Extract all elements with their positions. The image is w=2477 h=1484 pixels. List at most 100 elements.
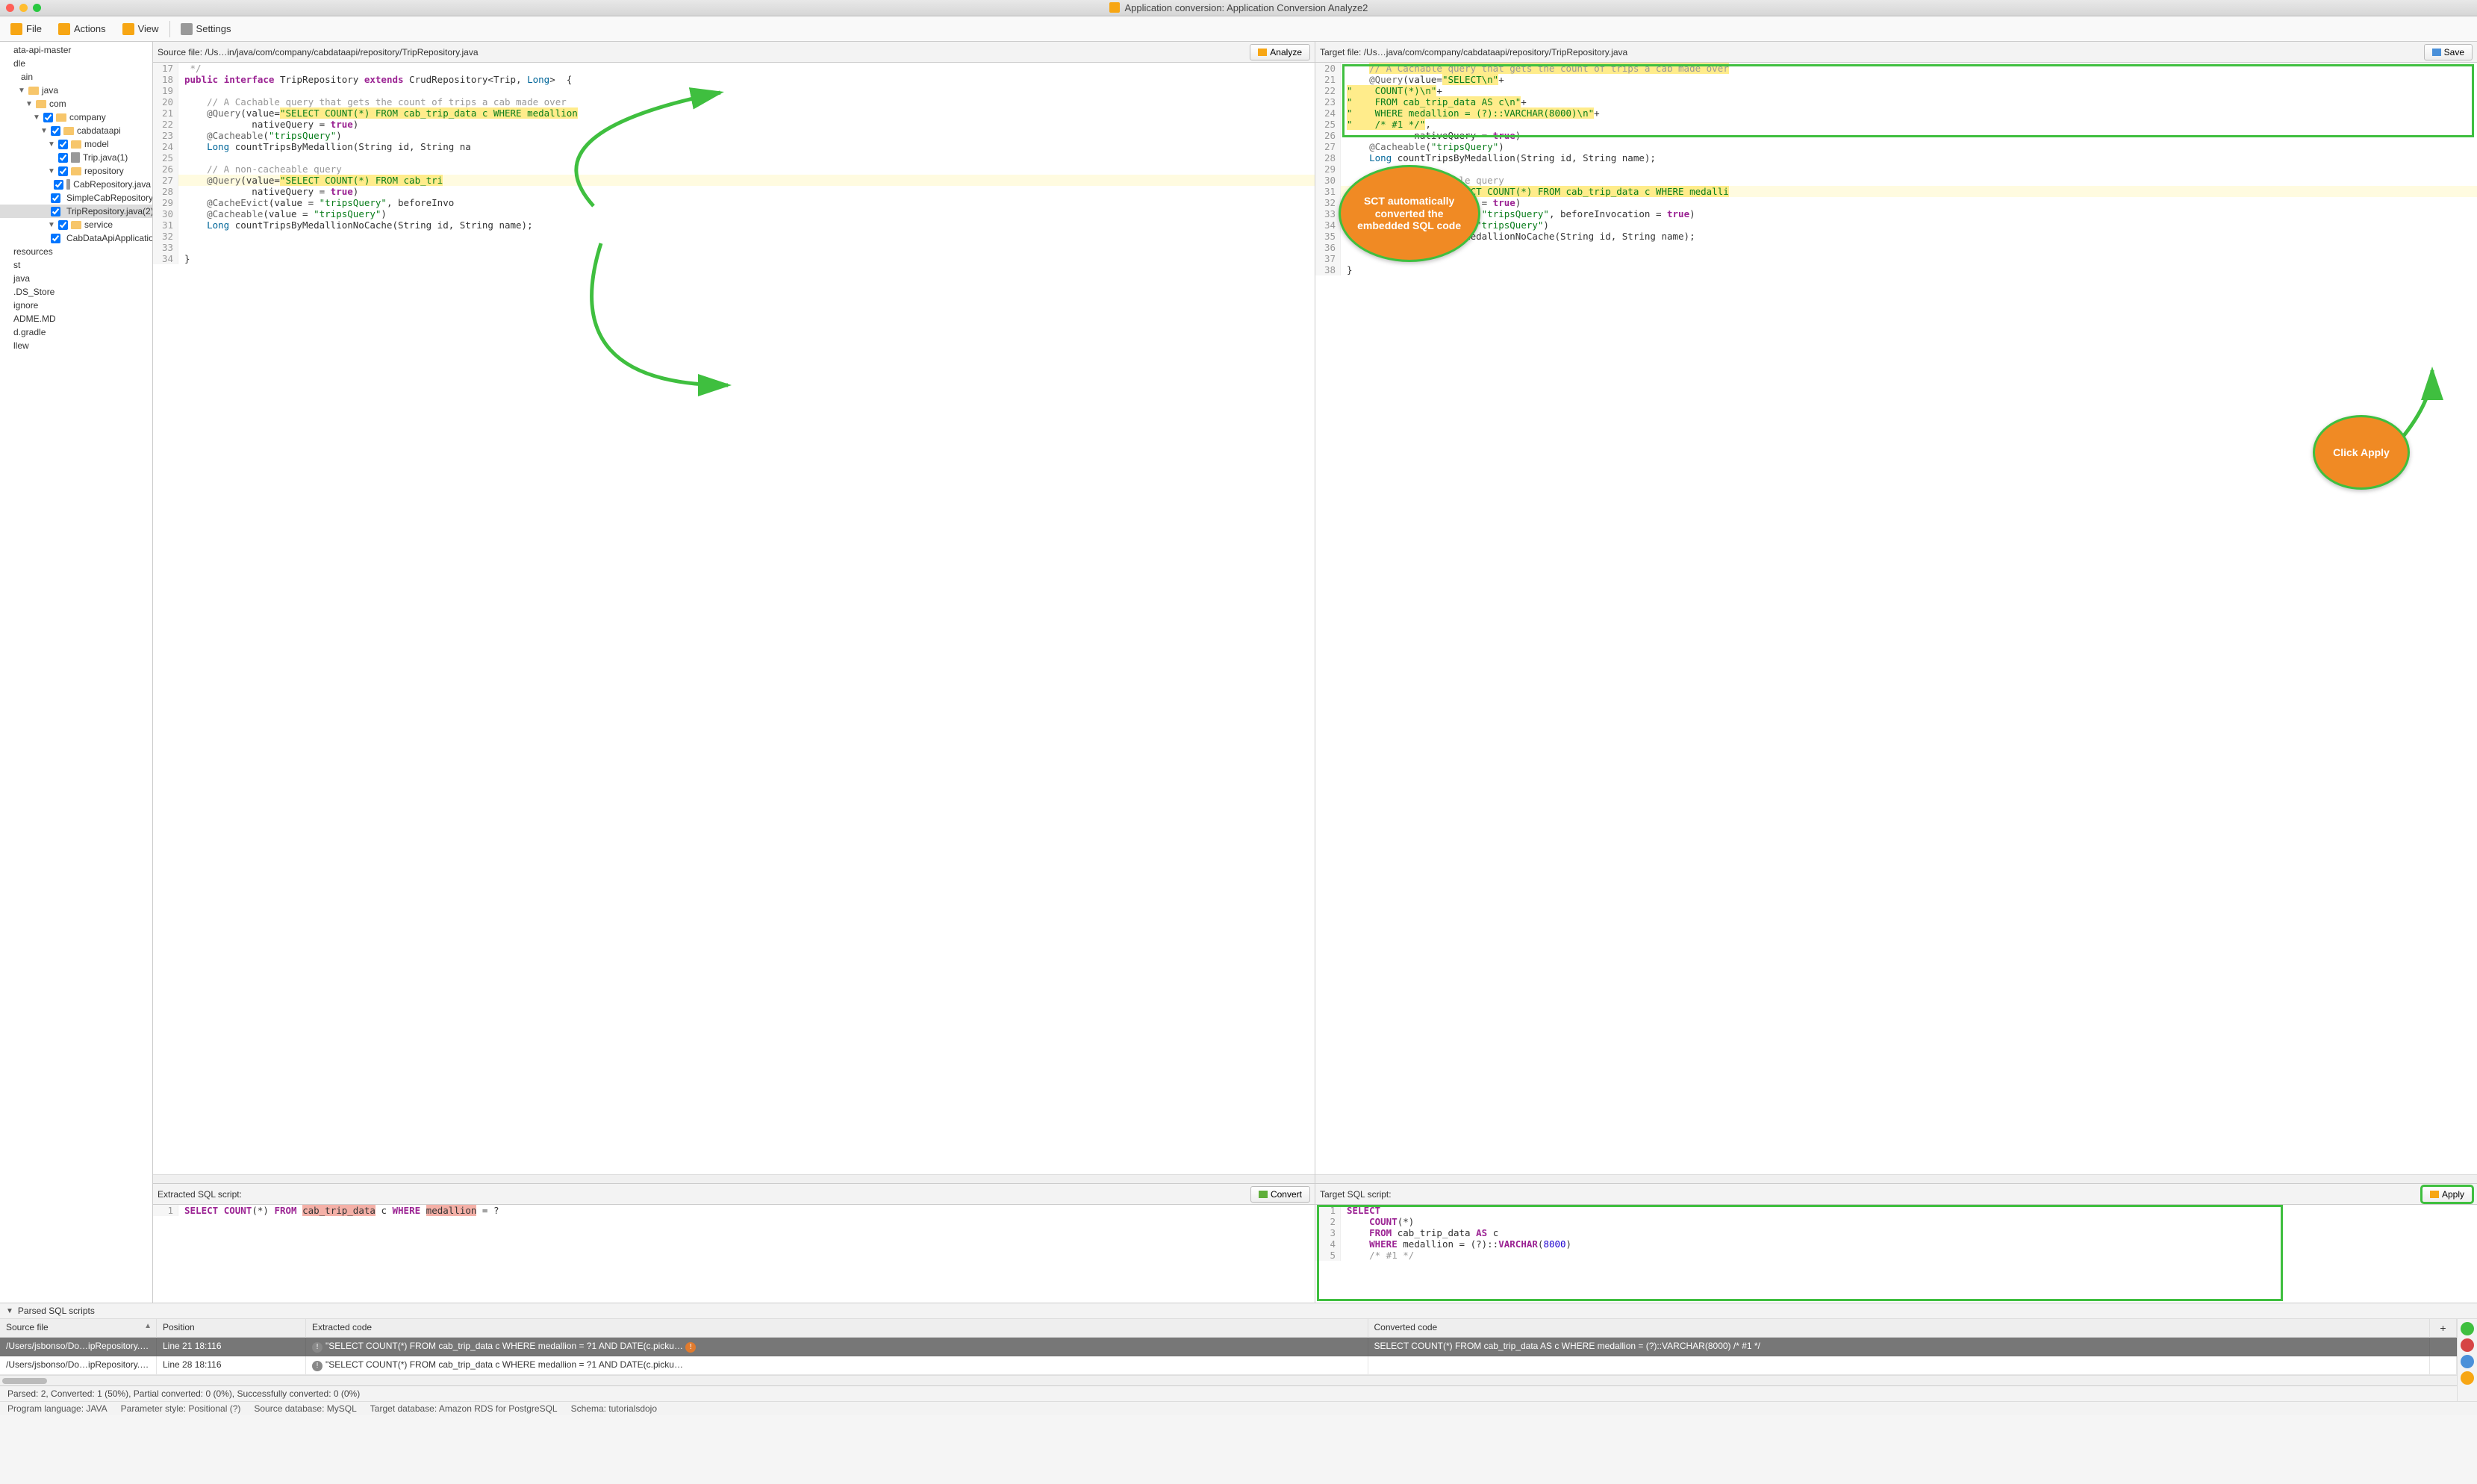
- tree-item[interactable]: d.gradle: [0, 325, 152, 339]
- tree-item[interactable]: TripRepository.java(2): [0, 205, 152, 218]
- parsed-table[interactable]: Source file▲PositionExtracted codeConver…: [0, 1319, 2457, 1375]
- cell-extracted[interactable]: !"SELECT COUNT(*) FROM cab_trip_data c W…: [306, 1338, 1368, 1356]
- tree-label: ata-api-master: [13, 45, 71, 55]
- tree-item[interactable]: CabRepository.java: [0, 178, 152, 191]
- conversion-summary: Parsed: 2, Converted: 1 (50%), Partial c…: [0, 1386, 2457, 1401]
- col-converted[interactable]: Converted code: [1368, 1319, 2431, 1338]
- source-pane: Source file: /Us…in/java/com/company/cab…: [153, 42, 1315, 1183]
- tree-item[interactable]: st: [0, 258, 152, 272]
- parsed-header[interactable]: ▼ Parsed SQL scripts: [0, 1303, 2477, 1319]
- target-code-editor[interactable]: 20 // A Cachable query that gets the cou…: [1315, 63, 2477, 1174]
- h-scrollbar[interactable]: [153, 1174, 1315, 1183]
- tree-item[interactable]: ▼model: [0, 137, 152, 151]
- tree-checkbox[interactable]: [51, 126, 60, 136]
- tree-item[interactable]: ignore: [0, 299, 152, 312]
- tree-label: llew: [13, 340, 29, 351]
- calendar-icon[interactable]: [2461, 1355, 2474, 1368]
- tree-checkbox[interactable]: [54, 180, 63, 190]
- tree-label: CabRepository.java: [73, 179, 151, 190]
- tree-item[interactable]: ▼company: [0, 110, 152, 124]
- tree-label: TripRepository.java(2): [66, 206, 153, 216]
- tree-item[interactable]: java: [0, 272, 152, 285]
- tree-checkbox[interactable]: [51, 234, 60, 243]
- tree-item[interactable]: dle: [0, 57, 152, 70]
- col-add[interactable]: +: [2430, 1319, 2457, 1338]
- tree-item[interactable]: resources: [0, 245, 152, 258]
- convert-button[interactable]: Convert: [1250, 1186, 1310, 1203]
- cell-converted[interactable]: [1368, 1356, 2431, 1375]
- tree-item[interactable]: SimpleCabRepository.java: [0, 191, 152, 205]
- project-tree[interactable]: ata-api-master dle ain ▼java▼com▼company▼ca…: [0, 42, 153, 1303]
- cell-converted[interactable]: SELECT COUNT(*) FROM cab_trip_data AS c …: [1368, 1338, 2431, 1356]
- tree-item[interactable]: ADME.MD: [0, 312, 152, 325]
- source-code-editor[interactable]: 17 */18public interface TripRepository e…: [153, 63, 1315, 1174]
- apply-button[interactable]: Apply: [2422, 1186, 2473, 1203]
- callout-apply: Click Apply: [2313, 415, 2410, 490]
- status-ok-icon[interactable]: [2461, 1322, 2474, 1335]
- help-icon[interactable]: [2461, 1371, 2474, 1385]
- col-source-file[interactable]: Source file▲: [0, 1319, 157, 1338]
- save-button[interactable]: Save: [2424, 44, 2473, 60]
- menu-actions[interactable]: Actions: [52, 20, 112, 38]
- folder-icon: [71, 140, 81, 149]
- h-scrollbar[interactable]: [0, 1375, 2457, 1385]
- tree-item[interactable]: .DS_Store: [0, 285, 152, 299]
- tree-checkbox[interactable]: [43, 113, 53, 122]
- zoom-icon[interactable]: [33, 4, 41, 12]
- cell-file[interactable]: /Users/jsbonso/Do…ipRepository.java: [0, 1338, 157, 1356]
- h-scrollbar[interactable]: [1315, 1174, 2477, 1183]
- cell-pos[interactable]: Line 21 18:116: [157, 1338, 306, 1356]
- target-sql-pane: Target SQL script: Apply 1SELECT2 COUNT(…: [1315, 1184, 2477, 1303]
- folder-icon: [28, 87, 39, 95]
- arrow-right-icon: [1259, 1191, 1268, 1198]
- analyze-button[interactable]: Analyze: [1250, 44, 1310, 60]
- tree-checkbox[interactable]: [51, 207, 60, 216]
- app-icon: [1109, 2, 1120, 13]
- cell-extracted[interactable]: !"SELECT COUNT(*) FROM cab_trip_data c W…: [306, 1356, 1368, 1375]
- main-area: ata-api-master dle ain ▼java▼com▼company▼ca…: [0, 42, 2477, 1303]
- tree-checkbox[interactable]: [58, 166, 68, 176]
- cell-pos[interactable]: Line 28 18:116: [157, 1356, 306, 1375]
- col-position[interactable]: Position: [157, 1319, 306, 1338]
- tree-label: dle: [13, 58, 25, 69]
- tree-item[interactable]: ain: [0, 70, 152, 84]
- tree-item[interactable]: CabDataApiApplication.java: [0, 231, 152, 245]
- tree-checkbox[interactable]: [58, 220, 68, 230]
- cell-file[interactable]: /Users/jsbonso/Do…ipRepository.java: [0, 1356, 157, 1375]
- folder-icon: [36, 100, 46, 108]
- close-icon[interactable]: [6, 4, 14, 12]
- toolbar-separator: [169, 21, 170, 37]
- tree-item[interactable]: llew: [0, 339, 152, 352]
- tree-item[interactable]: ▼java: [0, 84, 152, 97]
- file-icon: [66, 179, 70, 190]
- editor-area: SCT automatically converted the embedded…: [153, 42, 2477, 1303]
- tree-label: ain: [21, 72, 33, 82]
- extracted-sql-editor[interactable]: 1SELECT COUNT(*) FROM cab_trip_data c WH…: [153, 1205, 1315, 1303]
- tree-label: cabdataapi: [77, 125, 121, 136]
- tree-label: d.gradle: [13, 327, 46, 337]
- traffic-lights: [6, 4, 41, 12]
- menu-view[interactable]: View: [116, 20, 165, 38]
- tree-item[interactable]: ▼cabdataapi: [0, 124, 152, 137]
- tree-checkbox[interactable]: [58, 153, 68, 163]
- tree-label: SimpleCabRepository.java: [66, 193, 153, 203]
- menu-file[interactable]: File: [4, 20, 48, 38]
- cell-spacer: [2430, 1338, 2457, 1356]
- source-file-path: Source file: /Us…in/java/com/company/cab…: [158, 47, 1245, 57]
- status-bar: Program language: JAVA Parameter style: …: [0, 1401, 2477, 1415]
- tree-item[interactable]: Trip.java(1): [0, 151, 152, 164]
- status-error-icon[interactable]: [2461, 1338, 2474, 1352]
- tree-checkbox[interactable]: [51, 193, 60, 203]
- tree-item[interactable]: ▼com: [0, 97, 152, 110]
- minimize-icon[interactable]: [19, 4, 28, 12]
- chevron-down-icon: ▼: [6, 1307, 13, 1315]
- tree-label: ignore: [13, 300, 38, 311]
- col-extracted[interactable]: Extracted code: [306, 1319, 1368, 1338]
- target-sql-editor[interactable]: 1SELECT2 COUNT(*)3 FROM cab_trip_data AS…: [1315, 1205, 2477, 1303]
- menu-settings[interactable]: Settings: [175, 20, 237, 38]
- tree-item[interactable]: ▼repository: [0, 164, 152, 178]
- tree-item[interactable]: ▼service: [0, 218, 152, 231]
- tree-checkbox[interactable]: [58, 140, 68, 149]
- tree-item[interactable]: ata-api-master: [0, 43, 152, 57]
- cell-spacer: [2430, 1356, 2457, 1375]
